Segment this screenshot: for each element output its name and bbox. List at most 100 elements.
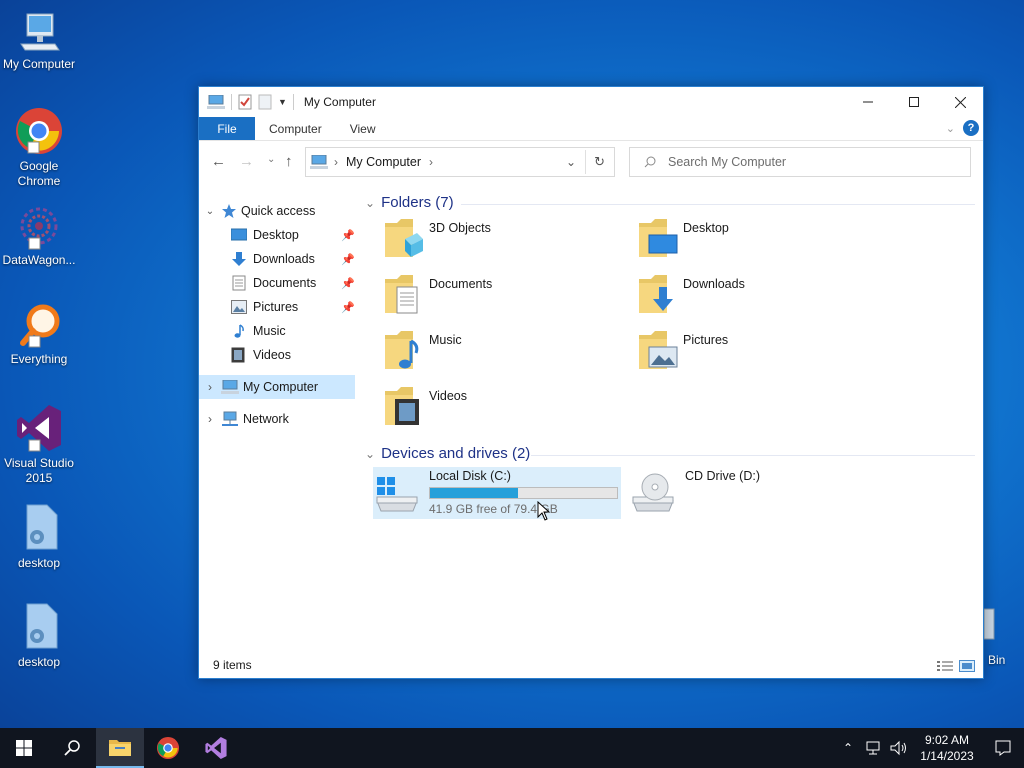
tab-file[interactable]: File — [199, 117, 255, 140]
chevron-right-icon[interactable]: › — [199, 412, 221, 426]
nav-item-label: Documents — [253, 276, 317, 290]
folder-tile[interactable]: Pictures — [637, 329, 877, 379]
title-bar[interactable]: ▼ My Computer — [199, 87, 983, 117]
devices-group-header[interactable]: ⌄ Devices and drives (2) — [365, 445, 530, 462]
group-title: Devices and drives (2) — [381, 445, 531, 462]
network-icon[interactable] — [864, 740, 882, 756]
nav-videos[interactable]: Videos — [231, 343, 355, 367]
action-center-button[interactable] — [982, 728, 1024, 768]
folder-tile[interactable]: Music — [383, 329, 623, 379]
pictures-folder-icon — [639, 331, 678, 369]
chevron-down-icon[interactable]: ⌄ — [365, 196, 375, 210]
folder-tile[interactable]: 3D Objects — [383, 217, 623, 267]
desktop-icon-everything[interactable]: Everything — [0, 303, 78, 367]
taskbar-file-explorer[interactable] — [96, 728, 144, 768]
clock-time: 9:02 AM — [924, 733, 970, 747]
search-button[interactable] — [48, 728, 96, 768]
desktop-icon-my-computer[interactable]: My Computer — [0, 10, 78, 72]
drive-label: Local Disk (C:) — [429, 469, 511, 483]
folder-tile[interactable]: Desktop — [637, 217, 877, 267]
documents-folder-icon — [385, 275, 418, 314]
folder-label: Pictures — [683, 333, 729, 347]
volume-icon[interactable] — [890, 740, 908, 756]
desktop-icon-desktop-2[interactable]: desktop — [0, 602, 78, 670]
chevron-down-icon[interactable]: ⌄ — [365, 447, 375, 461]
show-hidden-icons-icon[interactable]: ⌃ — [836, 741, 860, 755]
minimize-button[interactable] — [845, 87, 891, 117]
folder-tile[interactable]: Downloads — [637, 273, 877, 323]
search-input[interactable]: Search My Computer — [668, 155, 786, 169]
close-button[interactable] — [937, 87, 983, 117]
drive-free-space: 41.9 GB free of 79.4 GB — [429, 502, 558, 516]
divider — [531, 455, 975, 456]
nav-quick-access[interactable]: ⌄ Quick access — [199, 199, 355, 223]
taskbar-visual-studio[interactable] — [192, 728, 240, 768]
nav-documents[interactable]: Documents 📌 — [231, 271, 355, 295]
clock[interactable]: 9:02 AM 1/14/2023 — [912, 732, 982, 764]
desktop-icon-google-chrome[interactable]: Google Chrome — [0, 106, 78, 189]
nav-downloads[interactable]: Downloads 📌 — [231, 247, 355, 271]
tab-computer[interactable]: Computer — [255, 117, 336, 140]
taskbar-chrome[interactable] — [144, 728, 192, 768]
maximize-button[interactable] — [891, 87, 937, 117]
folder-label: Desktop — [683, 221, 729, 235]
nav-pictures[interactable]: Pictures 📌 — [231, 295, 355, 319]
nav-my-computer[interactable]: › My Computer — [199, 375, 355, 399]
properties-icon[interactable] — [238, 94, 252, 110]
pin-icon: 📌 — [341, 277, 355, 290]
address-dropdown-icon[interactable]: ⌄ — [566, 155, 576, 169]
group-title: Folders (7) — [381, 194, 454, 211]
computer-icon — [221, 380, 239, 394]
nav-item-label: My Computer — [243, 380, 319, 394]
desktop-icon-recycle-bin[interactable]: Bin — [983, 605, 1005, 667]
notification-icon — [995, 740, 1011, 756]
cd-drive-icon — [632, 473, 674, 512]
breadcrumb-separator[interactable]: › — [334, 155, 338, 169]
tab-view[interactable]: View — [336, 117, 390, 140]
help-button[interactable]: ? — [963, 120, 979, 136]
music-folder-icon — [385, 331, 419, 369]
folders-group-header[interactable]: ⌄ Folders (7) — [365, 194, 454, 211]
desktop-icon-label: DataWagon... — [2, 253, 76, 267]
breadcrumb-separator[interactable]: › — [429, 155, 433, 169]
network-icon — [222, 411, 238, 426]
up-button[interactable]: ↑ — [285, 153, 293, 170]
start-button[interactable] — [0, 728, 48, 768]
chevron-right-icon[interactable]: › — [199, 380, 221, 394]
drive-label: CD Drive (D:) — [685, 469, 760, 483]
details-view-icon[interactable] — [937, 660, 953, 672]
nav-music[interactable]: Music — [231, 319, 355, 343]
desktop-icon-label: Everything — [10, 352, 68, 366]
address-bar[interactable]: › My Computer › ⌄ ↻ — [305, 147, 615, 177]
nav-desktop[interactable]: Desktop 📌 — [231, 223, 355, 247]
downloads-folder-icon — [639, 275, 673, 313]
content-pane: ⌄ Folders (7) 3D Objects Desktop Documen… — [365, 191, 975, 661]
forward-button[interactable]: → — [239, 153, 254, 170]
chrome-icon — [16, 108, 62, 154]
settings-file-icon — [26, 603, 58, 649]
drive-d-tile[interactable]: CD Drive (D:) — [629, 467, 877, 519]
nav-network[interactable]: › Network — [199, 407, 355, 431]
search-box[interactable]: Search My Computer — [629, 147, 971, 177]
desktop-icon-desktop-1[interactable]: desktop — [0, 503, 78, 571]
window-title: My Computer — [303, 95, 376, 109]
folder-tile[interactable]: Videos — [383, 385, 623, 435]
back-button[interactable]: ← — [211, 153, 226, 170]
expand-ribbon-icon[interactable]: ⌄ — [946, 122, 955, 135]
breadcrumb-my-computer[interactable]: My Computer — [346, 155, 421, 169]
customize-qat-icon[interactable]: ▼ — [278, 97, 287, 107]
nav-item-label: Quick access — [241, 204, 316, 218]
large-icons-view-icon[interactable] — [959, 660, 975, 672]
desktop-icon-label: desktop — [17, 655, 61, 669]
folder-tile[interactable]: Documents — [383, 273, 623, 323]
desktop-icon-visual-studio[interactable]: Visual Studio 2015 — [0, 403, 78, 486]
desktop-icon-datawagon[interactable]: DataWagon... — [0, 206, 78, 268]
refresh-icon[interactable]: ↻ — [594, 154, 605, 170]
document-icon — [232, 275, 246, 291]
folder-label: Documents — [429, 277, 493, 291]
new-folder-icon[interactable] — [258, 94, 272, 110]
picture-icon — [231, 300, 247, 314]
chevron-down-icon[interactable]: ⌄ — [199, 206, 221, 217]
recent-locations-button[interactable]: ⌄ — [267, 154, 275, 165]
drive-c-tile[interactable]: Local Disk (C:) 41.9 GB free of 79.4 GB — [373, 467, 621, 519]
